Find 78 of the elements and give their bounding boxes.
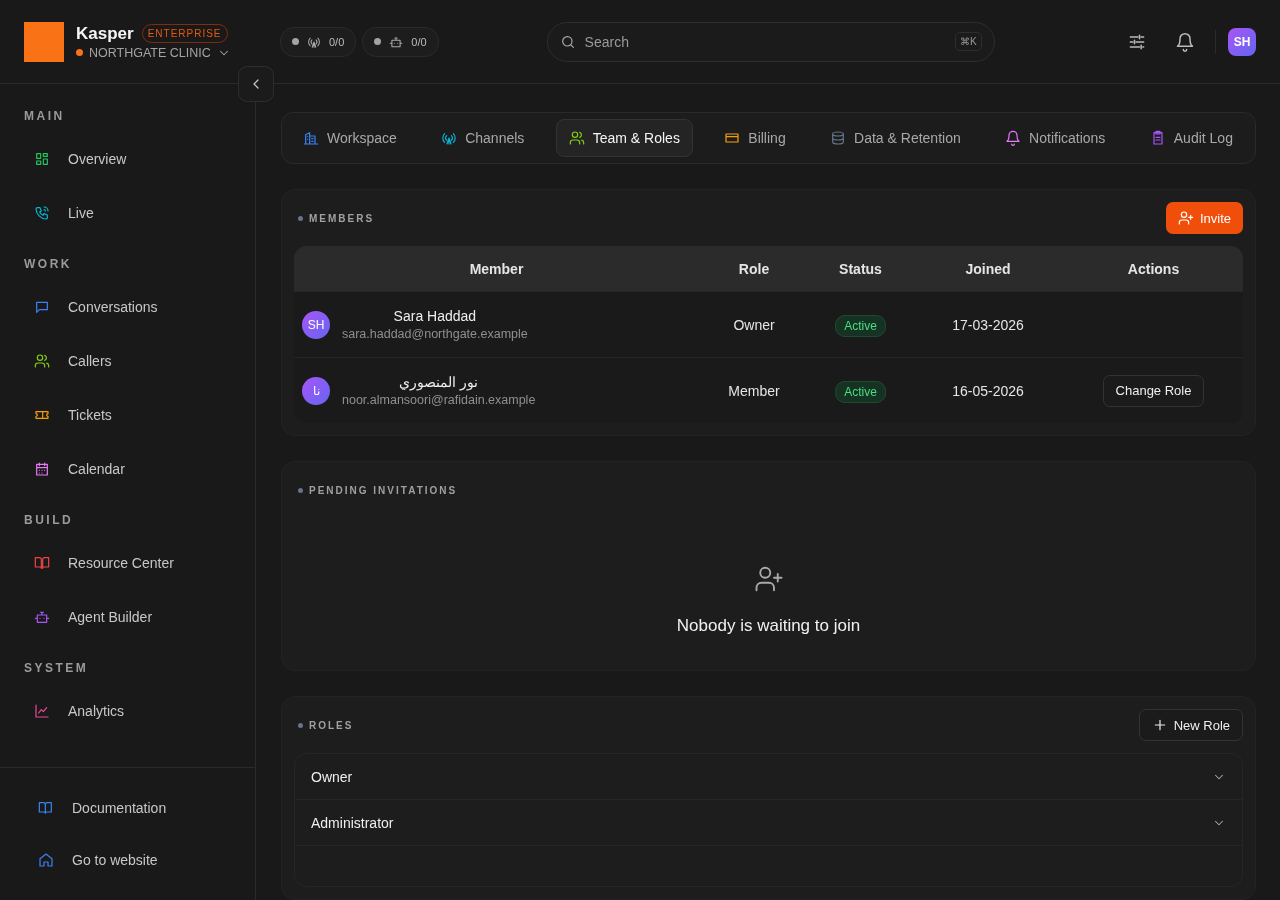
section-heading: MEMBERS (294, 212, 375, 224)
sidebar-item[interactable]: Live (12, 186, 243, 240)
credit-card-icon (724, 130, 741, 146)
new-role-button[interactable]: New Role (1138, 709, 1243, 741)
section-heading: ROLES (294, 719, 354, 731)
shortcut-hint: ⌘K (954, 31, 982, 51)
status-dot (292, 38, 299, 45)
status-badge: Active (835, 380, 886, 403)
joined-date: 16-05-2026 (952, 382, 1024, 399)
section-heading: BUILD (23, 512, 75, 529)
tab[interactable]: Workspace (290, 119, 410, 157)
column-header: Joined (964, 260, 1012, 277)
sidebar-item[interactable]: Resource Center (12, 536, 243, 590)
grid-icon (34, 151, 50, 167)
tab[interactable]: Billing (711, 119, 799, 157)
member-name: Sara Haddad (393, 308, 477, 324)
status-dot (374, 38, 382, 45)
add-person-icon (1177, 210, 1194, 226)
invite-button[interactable]: Invite (1165, 202, 1243, 234)
people-icon (34, 353, 50, 369)
sidebar-item[interactable]: Overview (12, 132, 243, 186)
house-icon (38, 852, 54, 868)
status-dot (76, 49, 83, 56)
sidebar-item[interactable]: Agent Builder (12, 590, 243, 644)
role-text: Member (728, 382, 780, 399)
logo-square (24, 21, 64, 62)
antenna-icon (441, 130, 458, 146)
change-role-button[interactable]: Change Role (1102, 374, 1205, 407)
calendar-icon (34, 461, 50, 477)
chat-bubble-icon (34, 299, 50, 315)
role-row[interactable]: Administrator (295, 800, 1242, 846)
tab[interactable]: Data & Retention (817, 119, 974, 157)
organization-selector[interactable]: NORTHGATE CLINIC (76, 43, 231, 60)
user-avatar[interactable]: SH (1228, 27, 1256, 56)
empty-state-text: Nobody is waiting to join (676, 616, 861, 636)
section-heading: WORK (23, 256, 73, 273)
sidebar-item[interactable]: Conversations (12, 280, 243, 334)
phone-icon (34, 205, 50, 221)
sidebar-link[interactable]: Documentation (16, 782, 243, 834)
column-header: Status (838, 260, 883, 277)
tab[interactable]: Notifications (992, 119, 1119, 157)
status-badge: Active (835, 314, 886, 337)
column-header: Actions (1126, 260, 1181, 277)
brand-name: Kasper (76, 23, 134, 44)
tab[interactable]: Team & Roles (555, 119, 693, 157)
member-name: نور المنصوري (399, 374, 479, 390)
member-email: sara.haddad@northgate.example (342, 327, 528, 341)
role-row[interactable]: Owner (295, 754, 1242, 800)
add-person-icon (753, 564, 784, 594)
sidebar-item[interactable]: Callers (12, 334, 243, 388)
role-text: Owner (733, 316, 775, 333)
column-header: Role (737, 260, 771, 277)
tab[interactable]: Channels (428, 119, 538, 157)
sidebar-item[interactable]: Tickets (12, 388, 243, 442)
member-avatar: نا (302, 376, 330, 405)
member-email: noor.almansoori@rafidain.example (342, 393, 536, 407)
robot-icon (34, 609, 50, 625)
sidebar-item[interactable]: Calendar (12, 442, 243, 496)
bell-icon (1005, 130, 1022, 146)
tab[interactable]: Audit Log (1136, 119, 1246, 157)
joined-date: 17-03-2026 (952, 316, 1024, 333)
book-icon (34, 555, 50, 571)
building-icon (303, 130, 319, 146)
member-avatar: SH (302, 310, 330, 339)
column-header: Member (468, 260, 525, 277)
sidebar-item[interactable]: Analytics (12, 684, 243, 738)
section-heading: MAIN (23, 108, 66, 125)
line-chart-icon (34, 703, 50, 719)
count-text: 0/0 (411, 35, 427, 48)
section-heading: PENDING INVITATIONS (294, 484, 458, 496)
database-icon (830, 130, 847, 146)
section-heading: SYSTEM (23, 660, 90, 677)
count-text: 0/0 (329, 35, 345, 48)
robot-icon (389, 34, 404, 49)
book-icon (38, 800, 54, 816)
sidebar-link[interactable]: Go to website (16, 834, 243, 886)
people-icon (568, 130, 585, 146)
search-icon (559, 33, 576, 50)
